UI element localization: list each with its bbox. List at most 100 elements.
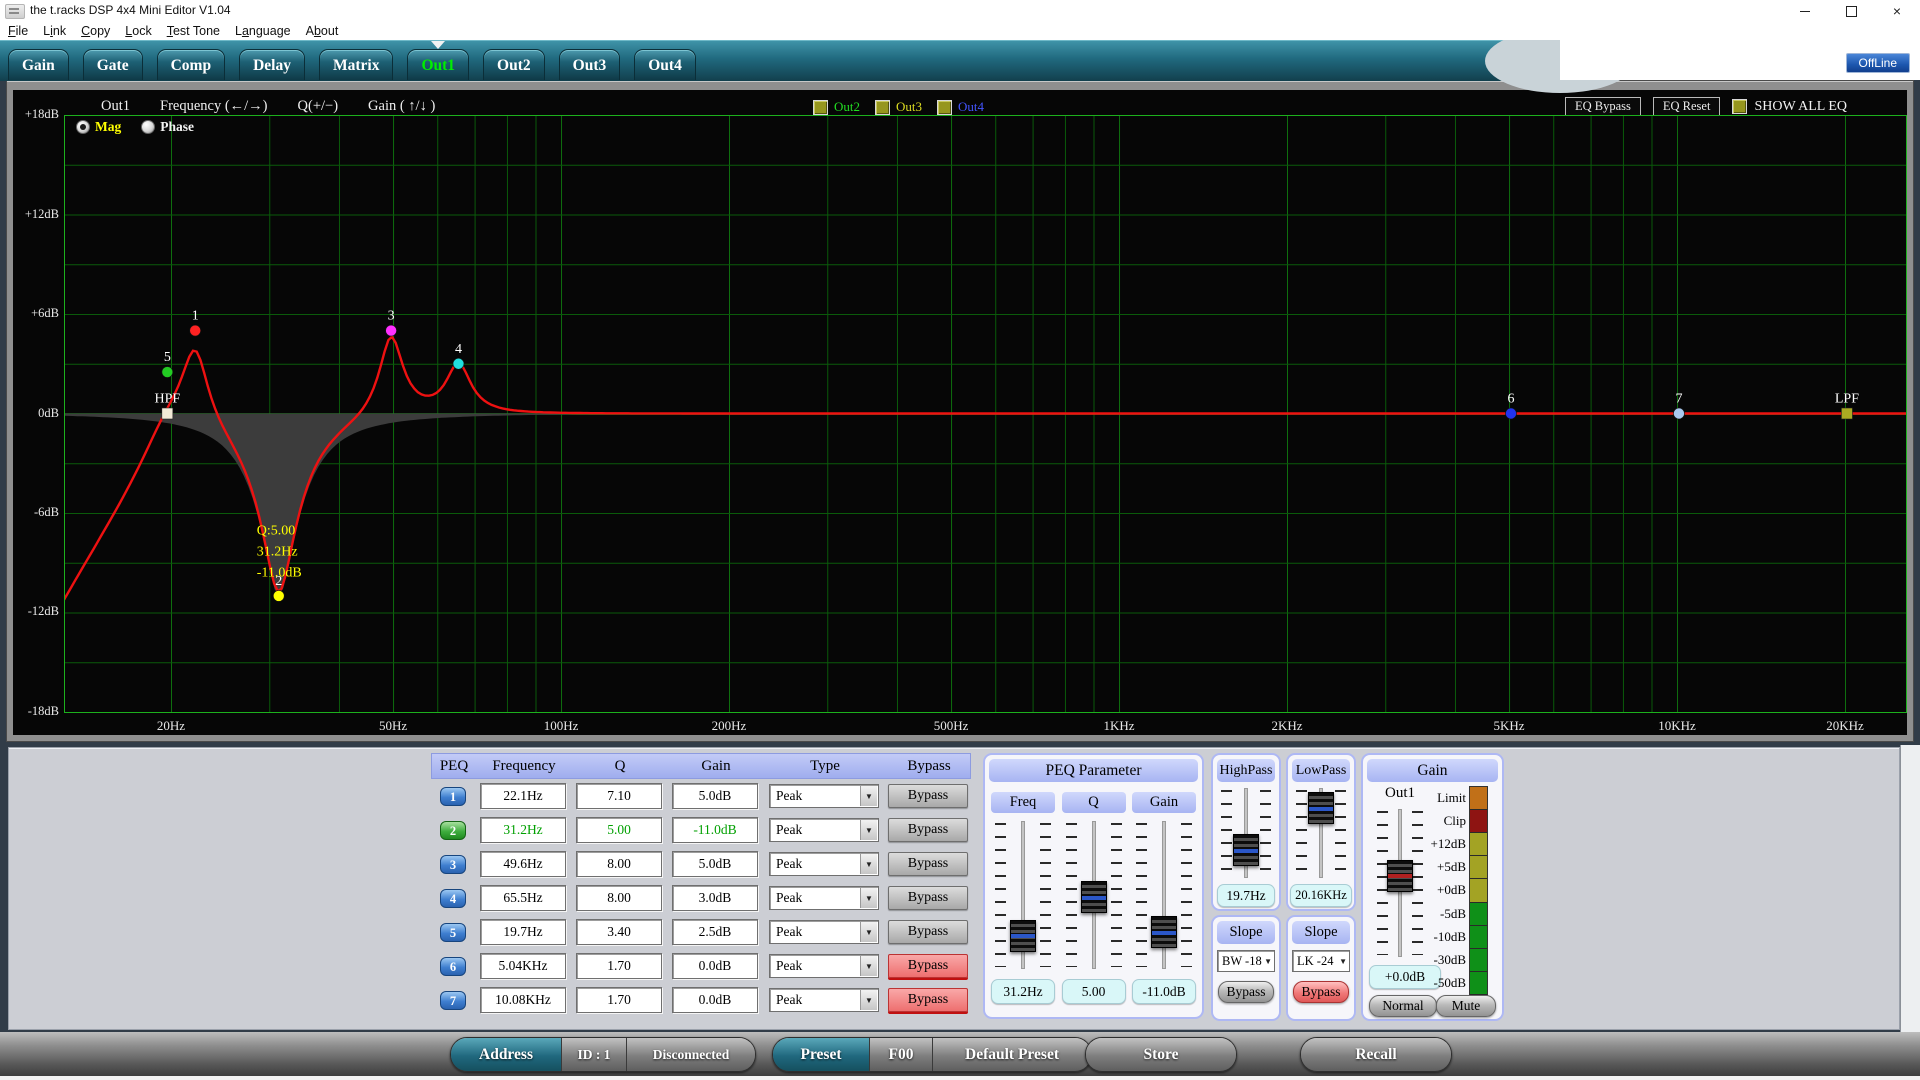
slider-handle[interactable] <box>1308 792 1334 824</box>
band-2-bypass-button[interactable]: Bypass <box>888 818 968 842</box>
preset-button[interactable]: Preset <box>773 1038 870 1071</box>
band-1-freq-field[interactable]: 22.1Hz <box>480 783 566 809</box>
band-2-gain-field[interactable]: -11.0dB <box>672 817 758 843</box>
tab-matrix[interactable]: Matrix <box>319 49 393 80</box>
highpass-freq-slider[interactable] <box>1219 786 1273 880</box>
mag-mode-option[interactable]: Mag <box>76 119 121 135</box>
band-1-q-field[interactable]: 7.10 <box>576 783 662 809</box>
band-6-q-field[interactable]: 1.70 <box>576 953 662 979</box>
band-6-bypass-button[interactable]: Bypass <box>888 954 968 978</box>
band-1-bypass-button[interactable]: Bypass <box>888 784 968 808</box>
band-number-pill[interactable]: 3 <box>440 855 466 874</box>
band-3-type-dropdown[interactable]: Peak▼ <box>769 852 879 876</box>
menu-item-link[interactable]: Link <box>43 24 66 38</box>
lowpass-bypass-button[interactable]: Bypass <box>1293 981 1349 1003</box>
band-2-handle[interactable] <box>273 590 284 601</box>
band-5-q-field[interactable]: 3.40 <box>576 919 662 945</box>
band-6-freq-field[interactable]: 5.04KHz <box>480 953 566 979</box>
tab-gate[interactable]: Gate <box>83 49 143 80</box>
overlay-checkbox-out2[interactable] <box>813 100 828 115</box>
slider-handle[interactable] <box>1010 920 1036 952</box>
tab-out2[interactable]: Out2 <box>483 49 545 80</box>
tab-out4[interactable]: Out4 <box>634 49 696 80</box>
overlay-checkbox-out3[interactable] <box>875 100 890 115</box>
overlay-toggle-out3[interactable]: Out3 <box>875 99 922 115</box>
lpf-handle[interactable] <box>1841 408 1852 419</box>
band-3-handle[interactable] <box>386 325 397 336</box>
band-4-handle[interactable] <box>453 358 464 369</box>
band-5-handle[interactable] <box>162 367 173 378</box>
menu-item-test-tone[interactable]: Test Tone <box>167 24 220 38</box>
mag-radio-icon[interactable] <box>76 120 90 134</box>
tab-comp[interactable]: Comp <box>157 49 225 80</box>
highpass-bypass-button[interactable]: Bypass <box>1218 981 1274 1003</box>
band-number-pill[interactable]: 5 <box>440 923 466 942</box>
band-1-gain-field[interactable]: 5.0dB <box>672 783 758 809</box>
band-7-q-field[interactable]: 1.70 <box>576 987 662 1013</box>
band-number-pill[interactable]: 1 <box>440 787 466 806</box>
phase-mode-option[interactable]: Phase <box>141 119 194 135</box>
minimize-icon[interactable] <box>1782 0 1828 22</box>
overlay-checkbox-out4[interactable] <box>937 100 952 115</box>
peq-param-q-slider[interactable] <box>1064 819 1124 971</box>
menu-item-copy[interactable]: Copy <box>81 24 110 38</box>
band-number-pill[interactable]: 7 <box>440 991 466 1010</box>
band-4-gain-field[interactable]: 3.0dB <box>672 885 758 911</box>
tab-gain[interactable]: Gain <box>8 49 69 80</box>
highpass-slope-dropdown[interactable]: BW -18▼ <box>1217 950 1275 972</box>
band-4-freq-field[interactable]: 65.5Hz <box>480 885 566 911</box>
offline-status-badge[interactable]: OffLine <box>1846 53 1910 73</box>
band-3-gain-field[interactable]: 5.0dB <box>672 851 758 877</box>
slider-handle[interactable] <box>1081 881 1107 913</box>
slider-handle[interactable] <box>1151 916 1177 948</box>
phase-radio-icon[interactable] <box>141 120 155 134</box>
band-7-type-dropdown[interactable]: Peak▼ <box>769 988 879 1012</box>
band-4-bypass-button[interactable]: Bypass <box>888 886 968 910</box>
maximize-icon[interactable] <box>1828 0 1874 22</box>
show-all-eq-checkbox[interactable] <box>1732 99 1747 114</box>
band-2-type-dropdown[interactable]: Peak▼ <box>769 818 879 842</box>
band-2-freq-field[interactable]: 31.2Hz <box>480 817 566 843</box>
hpf-handle[interactable] <box>162 408 173 419</box>
band-3-q-field[interactable]: 8.00 <box>576 851 662 877</box>
eq-response-chart[interactable]: 20Hz50Hz100Hz200Hz500Hz1KHz2KHz5KHz10KHz… <box>64 115 1907 739</box>
overlay-toggle-out4[interactable]: Out4 <box>937 99 984 115</box>
band-1-handle[interactable] <box>190 325 201 336</box>
band-5-bypass-button[interactable]: Bypass <box>888 920 968 944</box>
band-5-freq-field[interactable]: 19.7Hz <box>480 919 566 945</box>
band-1-type-dropdown[interactable]: Peak▼ <box>769 784 879 808</box>
close-icon[interactable]: × <box>1874 0 1920 22</box>
band-7-bypass-button[interactable]: Bypass <box>888 988 968 1012</box>
band-5-type-dropdown[interactable]: Peak▼ <box>769 920 879 944</box>
band-5-gain-field[interactable]: 2.5dB <box>672 919 758 945</box>
peq-param-gain-slider[interactable] <box>1134 819 1194 971</box>
lowpass-freq-slider[interactable] <box>1294 786 1348 880</box>
overlay-toggle-out2[interactable]: Out2 <box>813 99 860 115</box>
menu-item-language[interactable]: Language <box>235 24 291 38</box>
show-all-eq-toggle[interactable]: SHOW ALL EQ <box>1732 99 1847 115</box>
store-button[interactable]: Store <box>1086 1038 1236 1071</box>
band-4-q-field[interactable]: 8.00 <box>576 885 662 911</box>
band-number-pill[interactable]: 2 <box>440 821 466 840</box>
eq-plot[interactable]: 20Hz50Hz100Hz200Hz500Hz1KHz2KHz5KHz10KHz… <box>64 115 1907 739</box>
band-6-gain-field[interactable]: 0.0dB <box>672 953 758 979</box>
band-number-pill[interactable]: 6 <box>440 957 466 976</box>
band-4-type-dropdown[interactable]: Peak▼ <box>769 886 879 910</box>
menu-item-lock[interactable]: Lock <box>125 24 151 38</box>
band-7-handle[interactable] <box>1673 408 1684 419</box>
mute-button[interactable]: Mute <box>1436 995 1496 1017</box>
slider-handle[interactable] <box>1233 834 1259 866</box>
band-7-gain-field[interactable]: 0.0dB <box>672 987 758 1013</box>
normal-button[interactable]: Normal <box>1369 995 1437 1017</box>
band-3-bypass-button[interactable]: Bypass <box>888 852 968 876</box>
recall-button[interactable]: Recall <box>1301 1038 1451 1071</box>
tab-out1[interactable]: Out1 <box>407 49 469 80</box>
tab-out3[interactable]: Out3 <box>559 49 621 80</box>
eq-bypass-button[interactable]: EQ Bypass <box>1565 97 1641 116</box>
band-number-pill[interactable]: 4 <box>440 889 466 908</box>
peq-param-freq-slider[interactable] <box>993 819 1053 971</box>
eq-reset-button[interactable]: EQ Reset <box>1653 97 1721 116</box>
lowpass-slope-dropdown[interactable]: LK -24▼ <box>1292 950 1350 972</box>
menu-item-file[interactable]: File <box>8 24 28 38</box>
band-2-q-field[interactable]: 5.00 <box>576 817 662 843</box>
